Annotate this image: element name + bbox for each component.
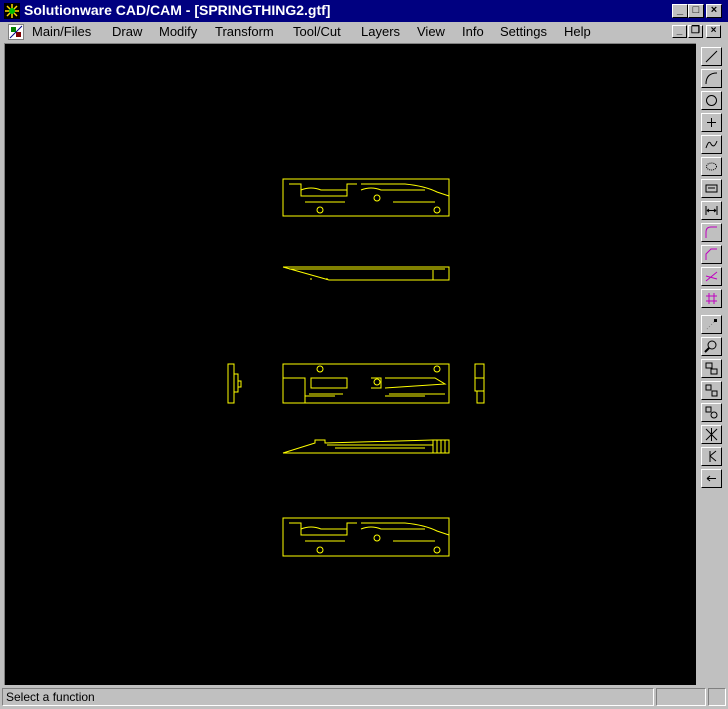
trim-tool-icon bbox=[705, 271, 718, 282]
dimension-tool-icon bbox=[705, 206, 718, 215]
part-top-view[interactable] bbox=[282, 178, 450, 217]
window-title: Solutionware CAD/CAM - [SPRINGTHING2.gtf… bbox=[24, 2, 331, 18]
fillet-tool-icon bbox=[705, 226, 717, 238]
menu-info[interactable]: Info bbox=[462, 24, 484, 39]
menu-view[interactable]: View bbox=[417, 24, 445, 39]
menu-layers[interactable]: Layers bbox=[361, 24, 400, 39]
text-tool-button[interactable] bbox=[701, 179, 722, 198]
mdi-minimize-button[interactable]: _ bbox=[672, 25, 687, 38]
maximize-button[interactable]: □ bbox=[688, 4, 704, 18]
point-tool-icon bbox=[707, 118, 716, 127]
undo-tool-icon bbox=[706, 475, 716, 482]
snap-tool-icon bbox=[706, 319, 717, 330]
drawing-canvas[interactable] bbox=[4, 43, 696, 685]
ellipse-tool-icon bbox=[706, 162, 717, 171]
move-tool-button[interactable] bbox=[701, 381, 722, 400]
move-tool-icon bbox=[705, 384, 718, 397]
cad-drawing bbox=[227, 178, 485, 557]
arc-tool-button[interactable] bbox=[701, 69, 722, 88]
menu-draw[interactable]: Draw bbox=[112, 24, 142, 39]
circle-tool-icon bbox=[706, 95, 717, 106]
trim-tool-button[interactable] bbox=[701, 267, 722, 286]
part-front-view[interactable] bbox=[227, 363, 485, 404]
zoom-tool-button[interactable] bbox=[701, 337, 722, 356]
size-grip[interactable] bbox=[708, 688, 726, 706]
status-panel-extra bbox=[656, 688, 706, 706]
mirror-tool-icon bbox=[705, 428, 718, 441]
close-button[interactable]: × bbox=[706, 4, 722, 18]
title-bar[interactable]: Solutionware CAD/CAM - [SPRINGTHING2.gtf… bbox=[0, 0, 728, 22]
hatch-tool-button[interactable] bbox=[701, 289, 722, 308]
spline-tool-icon bbox=[705, 140, 718, 149]
tool-palette bbox=[697, 43, 728, 684]
menu-transform[interactable]: Transform bbox=[215, 24, 274, 39]
point-tool-button[interactable] bbox=[701, 113, 722, 132]
arc-tool-icon bbox=[705, 72, 718, 85]
app-icon[interactable] bbox=[4, 3, 20, 19]
part-side-view-2[interactable] bbox=[282, 439, 450, 454]
menu-tool-cut[interactable]: Tool/Cut bbox=[293, 24, 341, 39]
line-tool-button[interactable] bbox=[701, 47, 722, 66]
zoom-tool-icon bbox=[704, 340, 717, 353]
line-tool-icon bbox=[705, 50, 718, 63]
fillet-tool-button[interactable] bbox=[701, 223, 722, 242]
mdi-close-button[interactable]: × bbox=[706, 25, 721, 38]
copy-tool-button[interactable] bbox=[701, 403, 722, 422]
snap-tool-button[interactable] bbox=[701, 315, 722, 334]
part-top-view-2[interactable] bbox=[282, 517, 450, 557]
text-tool-icon bbox=[705, 184, 718, 193]
menu-modify[interactable]: Modify bbox=[159, 24, 197, 39]
mdi-restore-button[interactable]: ❐ bbox=[688, 25, 703, 38]
part-side-view[interactable] bbox=[282, 266, 450, 281]
menu-help[interactable]: Help bbox=[564, 24, 591, 39]
dimension-tool-button[interactable] bbox=[701, 201, 722, 220]
menu-settings[interactable]: Settings bbox=[500, 24, 547, 39]
mirror-tool-button[interactable] bbox=[701, 425, 722, 444]
rotate-tool-button[interactable] bbox=[701, 447, 722, 466]
chamfer-tool-icon bbox=[705, 248, 717, 260]
window-select-button[interactable] bbox=[701, 359, 722, 378]
status-bar: Select a function bbox=[0, 686, 728, 709]
spline-tool-button[interactable] bbox=[701, 135, 722, 154]
rotate-tool-icon bbox=[709, 450, 717, 462]
minimize-button[interactable]: _ bbox=[672, 4, 688, 18]
window-select-icon bbox=[705, 362, 718, 375]
document-icon[interactable] bbox=[8, 24, 24, 40]
menu-bar: Main/Files Draw Modify Transform Tool/Cu… bbox=[0, 22, 728, 42]
copy-tool-icon bbox=[705, 406, 718, 419]
menu-main-files[interactable]: Main/Files bbox=[32, 24, 91, 39]
undo-tool-button[interactable] bbox=[701, 469, 722, 488]
chamfer-tool-button[interactable] bbox=[701, 245, 722, 264]
ellipse-tool-button[interactable] bbox=[701, 157, 722, 176]
hatch-tool-icon bbox=[706, 293, 717, 304]
status-message: Select a function bbox=[2, 688, 654, 706]
circle-tool-button[interactable] bbox=[701, 91, 722, 110]
